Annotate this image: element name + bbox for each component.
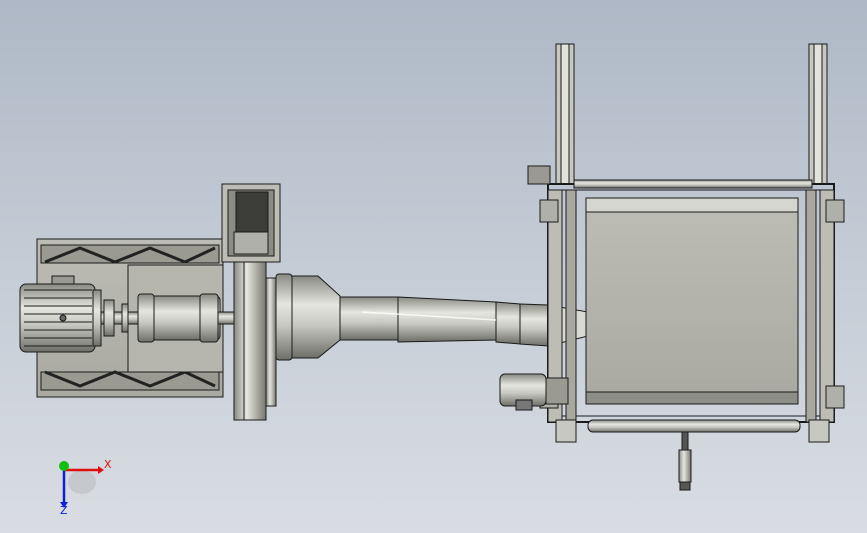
duct[interactable] — [291, 275, 589, 359]
x-axis-label: X — [104, 458, 112, 471]
main-drum — [585, 197, 799, 405]
fan-housing — [233, 261, 267, 421]
lower-roller — [587, 419, 801, 433]
z-axis-label: Z — [60, 504, 68, 517]
roller-unit[interactable] — [499, 43, 845, 491]
cad-viewport[interactable]: X Z — [0, 0, 867, 533]
coordinate-triad: X Z — [59, 458, 112, 517]
actuator — [678, 449, 692, 483]
motor — [19, 275, 102, 353]
fan-assembly[interactable] — [19, 183, 293, 421]
